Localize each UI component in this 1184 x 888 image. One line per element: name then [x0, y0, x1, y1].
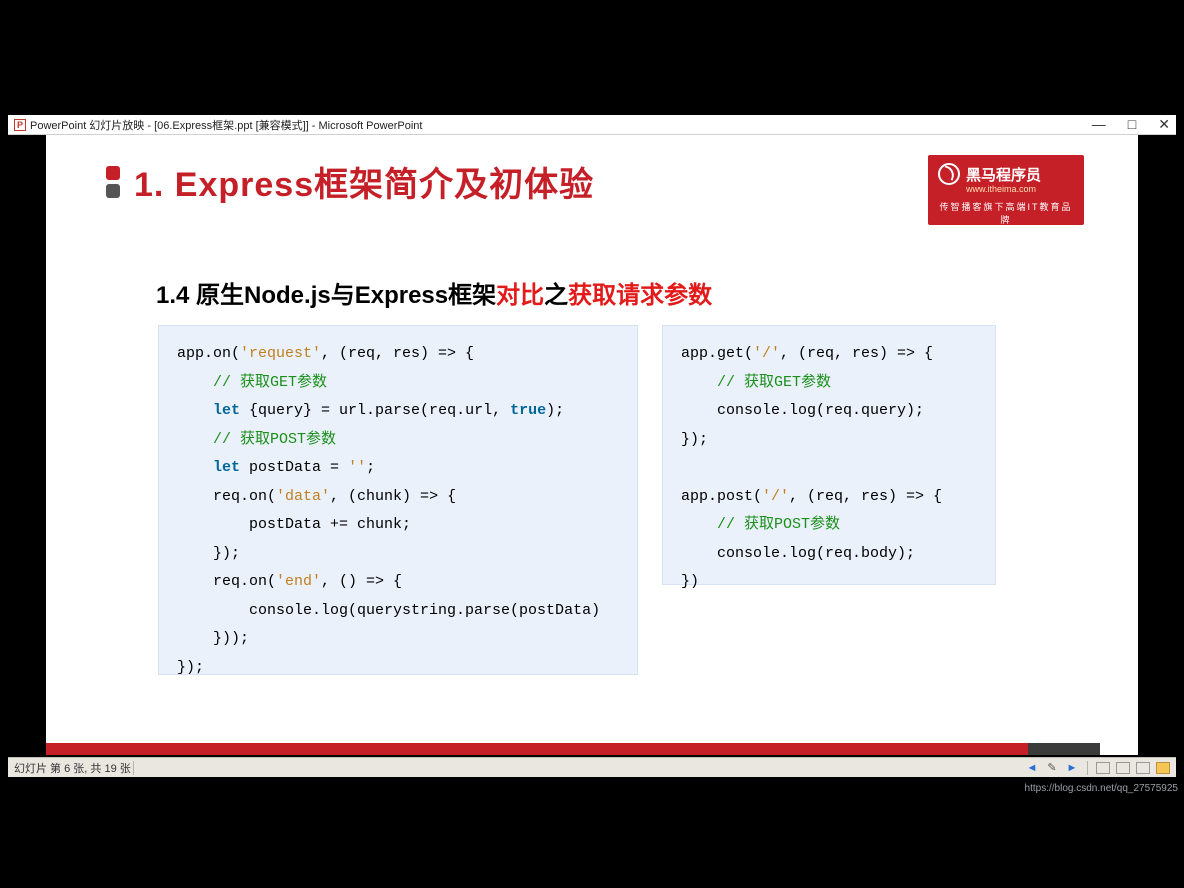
horse-icon [938, 163, 960, 185]
pen-tool-icon[interactable]: ✎ [1045, 761, 1059, 775]
app-icon: P [14, 119, 26, 131]
title-marker-icon [106, 166, 120, 198]
slideshow-view-button[interactable] [1156, 762, 1170, 774]
screen: P PowerPoint 幻灯片放映 - [06.Express框架.ppt [… [0, 0, 1184, 888]
footer-bar-grey [1028, 743, 1100, 755]
status-bar: 幻灯片 第 6 张, 共 19 张 ◄ ✎ ► [8, 757, 1176, 777]
next-slide-icon[interactable]: ► [1065, 761, 1079, 775]
slide-counter: 幻灯片 第 6 张, 共 19 张 [14, 760, 131, 776]
brand-url: www.itheima.com [966, 184, 1074, 194]
slide-subtitle: 1.4 原生Node.js与Express框架对比之获取请求参数 [156, 275, 712, 310]
powerpoint-window: P PowerPoint 幻灯片放映 - [06.Express框架.ppt [… [8, 115, 1176, 777]
brand-tagline: 传智播客旗下高端IT教育品牌 [938, 200, 1074, 226]
slide-header: 1. Express框架简介及初体验 [106, 157, 594, 206]
slide-title: 1. Express框架简介及初体验 [134, 157, 594, 206]
footer-bar-red [46, 743, 1028, 755]
divider [1087, 761, 1088, 775]
code-block-native-node: app.on('request', (req, res) => { // 获取G… [158, 325, 638, 675]
code-block-express: app.get('/', (req, res) => { // 获取GET参数 … [662, 325, 996, 585]
reading-view-button[interactable] [1136, 762, 1150, 774]
prev-slide-icon[interactable]: ◄ [1025, 761, 1039, 775]
status-right: ◄ ✎ ► [1025, 761, 1170, 775]
brand-logo: 黑马程序员 www.itheima.com 传智播客旗下高端IT教育品牌 [928, 155, 1084, 225]
slide-show-area[interactable]: 1. Express框架简介及初体验 黑马程序员 www.itheima.com… [8, 135, 1176, 757]
normal-view-button[interactable] [1096, 762, 1110, 774]
window-title: PowerPoint 幻灯片放映 - [06.Express框架.ppt [兼容… [30, 117, 422, 133]
brand-name: 黑马程序员 [966, 164, 1041, 185]
maximize-button[interactable]: □ [1128, 116, 1136, 133]
minimize-button[interactable]: — [1092, 116, 1106, 133]
watermark: https://blog.csdn.net/qq_27575925 [1025, 783, 1178, 794]
sorter-view-button[interactable] [1116, 762, 1130, 774]
close-button[interactable]: ✕ [1158, 116, 1170, 133]
divider [133, 761, 134, 775]
slide: 1. Express框架简介及初体验 黑马程序员 www.itheima.com… [46, 135, 1138, 755]
title-bar: P PowerPoint 幻灯片放映 - [06.Express框架.ppt [… [8, 115, 1176, 135]
window-controls: — □ ✕ [1092, 116, 1170, 133]
